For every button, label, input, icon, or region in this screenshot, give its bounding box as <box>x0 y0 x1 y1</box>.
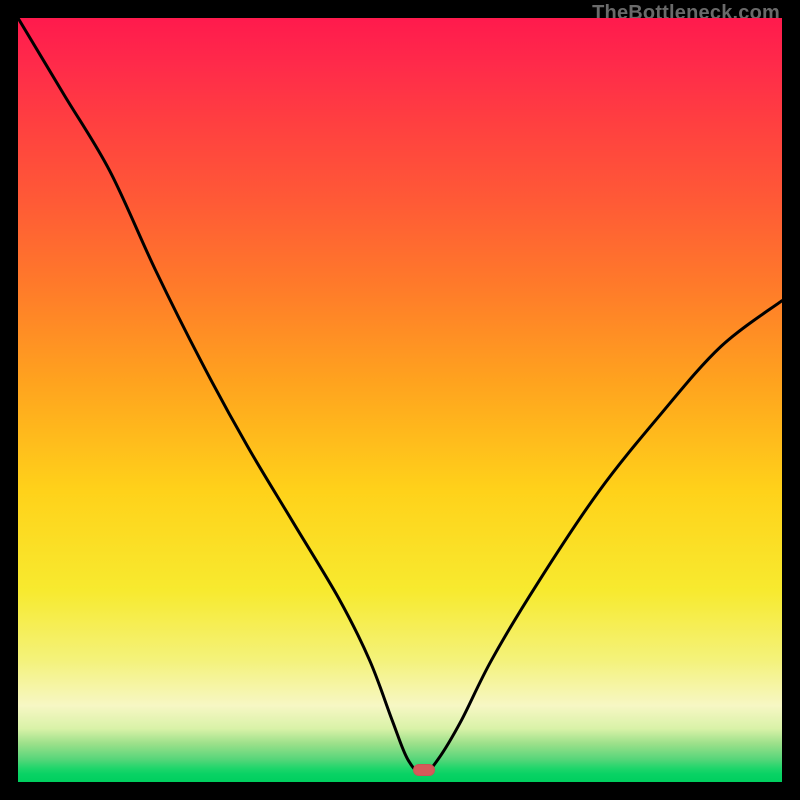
optimal-point-marker <box>413 764 435 776</box>
plot-area <box>18 18 782 782</box>
chart-frame: TheBottleneck.com <box>0 0 800 800</box>
bottleneck-curve <box>18 18 782 782</box>
